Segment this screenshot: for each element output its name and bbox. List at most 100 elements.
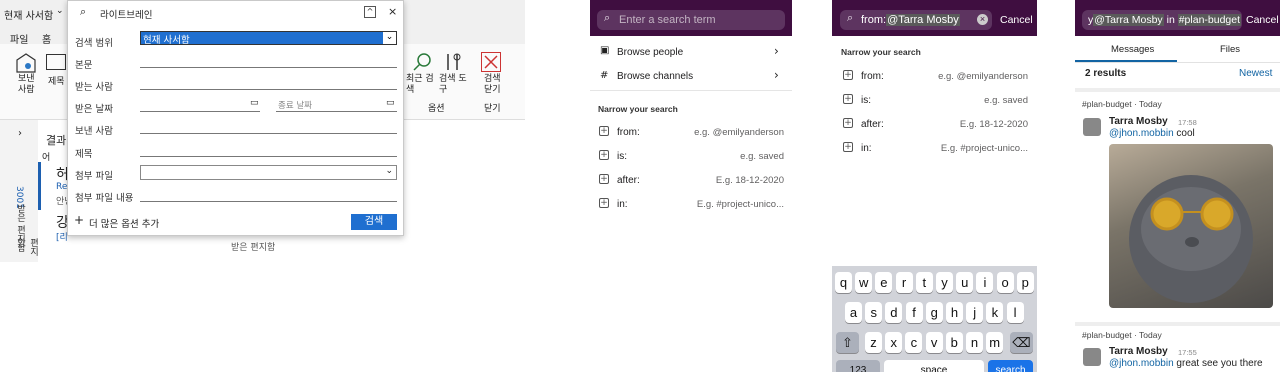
- plus-icon[interactable]: +: [599, 198, 609, 208]
- channel-label: #plan-budget · Today: [1082, 99, 1162, 109]
- message-author[interactable]: Tarra Mosby: [1109, 116, 1168, 127]
- key-u[interactable]: u: [956, 272, 974, 293]
- calendar-icon[interactable]: ▭: [386, 98, 395, 108]
- plus-icon[interactable]: +: [599, 126, 609, 136]
- search-input[interactable]: ⌕ Enter a search term: [597, 10, 785, 30]
- filter-in[interactable]: in:: [617, 199, 628, 210]
- key-f[interactable]: f: [905, 302, 923, 323]
- search-query[interactable]: 라이트브레인: [100, 7, 152, 21]
- subject-button-label[interactable]: 제목: [48, 74, 65, 87]
- collapse-icon[interactable]: ^: [364, 6, 376, 18]
- key-k[interactable]: k: [986, 302, 1004, 323]
- plus-icon[interactable]: +: [843, 70, 853, 80]
- key-q[interactable]: q: [835, 272, 852, 293]
- clear-icon[interactable]: ×: [977, 14, 988, 25]
- chevron-right-icon[interactable]: ›: [774, 68, 779, 82]
- key-m[interactable]: m: [986, 332, 1004, 353]
- search-button[interactable]: 검색: [351, 214, 397, 230]
- add-more-options-link[interactable]: 더 많은 옵션 추가: [89, 216, 159, 230]
- scope-select[interactable]: 현재 사서함 ⌄: [140, 31, 397, 46]
- filter-from[interactable]: from:: [617, 127, 640, 138]
- key-e[interactable]: e: [875, 272, 893, 293]
- plus-icon[interactable]: +: [843, 118, 853, 128]
- cat-photo[interactable]: [1109, 144, 1273, 308]
- plus-icon[interactable]: +: [843, 142, 853, 152]
- subject-input[interactable]: [140, 156, 397, 157]
- filter-is[interactable]: is:: [617, 151, 627, 162]
- search-icon: ⌕: [604, 12, 611, 24]
- browse-people-link[interactable]: Browse people: [617, 47, 683, 58]
- key-t[interactable]: t: [915, 272, 933, 293]
- filter-from[interactable]: from:: [861, 71, 884, 82]
- filter-after[interactable]: after:: [617, 175, 640, 186]
- browse-channels-link[interactable]: Browse channels: [617, 71, 693, 82]
- from-envelope-icon[interactable]: [14, 52, 38, 74]
- filter-after[interactable]: after:: [861, 119, 884, 130]
- key-y[interactable]: y: [936, 272, 953, 293]
- close-search-icon[interactable]: [481, 52, 501, 72]
- tab-files[interactable]: Files: [1220, 44, 1240, 55]
- key-l[interactable]: l: [1006, 302, 1024, 323]
- key-x[interactable]: x: [885, 332, 903, 353]
- recent-search-label[interactable]: 최근 검 색: [406, 74, 434, 96]
- filter-in[interactable]: in:: [861, 143, 872, 154]
- attachment-select[interactable]: ⌄: [140, 165, 397, 180]
- filter-hint: e.g. saved: [984, 95, 1028, 106]
- key-a[interactable]: a: [845, 302, 862, 323]
- tab-messages[interactable]: Messages: [1111, 44, 1154, 55]
- plus-icon[interactable]: +: [74, 213, 84, 227]
- key-w[interactable]: w: [855, 272, 873, 293]
- avatar[interactable]: [1083, 118, 1101, 136]
- key-n[interactable]: n: [966, 332, 983, 353]
- recent-search-icon[interactable]: [412, 52, 432, 72]
- search-tools-label[interactable]: 검색 도 구: [439, 74, 467, 96]
- group-header[interactable]: 어: [42, 150, 50, 163]
- search-key[interactable]: search: [988, 360, 1033, 372]
- scope-dropdown-label[interactable]: 현재 사서함: [4, 7, 53, 22]
- space-key[interactable]: space: [884, 360, 984, 372]
- key-h[interactable]: h: [946, 302, 963, 323]
- cancel-button[interactable]: Cancel: [1246, 14, 1279, 26]
- sort-newest-button[interactable]: Newest: [1239, 68, 1272, 79]
- filter-is[interactable]: is:: [861, 95, 871, 106]
- key-p[interactable]: p: [1016, 272, 1034, 293]
- close-icon[interactable]: ×: [388, 5, 397, 18]
- search-input[interactable]: ⌕ from:@Tarra Mosby ×: [840, 10, 992, 30]
- key-g[interactable]: g: [925, 302, 943, 323]
- end-date-input[interactable]: [276, 111, 397, 112]
- key-s[interactable]: s: [865, 302, 883, 323]
- key-r[interactable]: r: [895, 272, 913, 293]
- key-v[interactable]: v: [925, 332, 943, 353]
- options-group-label: 옵션: [428, 104, 445, 114]
- key-c[interactable]: c: [905, 332, 923, 353]
- chevron-right-icon[interactable]: ›: [774, 44, 779, 58]
- expand-chevron-icon[interactable]: ›: [18, 128, 22, 139]
- message-author[interactable]: Tarra Mosby: [1109, 346, 1168, 357]
- key-d[interactable]: d: [885, 302, 903, 323]
- start-date-input[interactable]: [140, 111, 260, 112]
- key-i[interactable]: i: [976, 272, 994, 293]
- attachment-content-input[interactable]: [140, 201, 397, 202]
- cancel-button[interactable]: Cancel: [1000, 14, 1033, 26]
- chevron-down-icon[interactable]: ⌄: [56, 6, 64, 16]
- search-tools-icon[interactable]: [443, 52, 463, 72]
- calendar-icon[interactable]: ▭: [250, 98, 259, 108]
- key-z[interactable]: z: [865, 332, 882, 353]
- search-input[interactable]: y@Tarra Mosby in #plan-budget: [1082, 10, 1242, 30]
- plus-icon[interactable]: +: [599, 174, 609, 184]
- from-input[interactable]: [140, 133, 397, 134]
- key-o[interactable]: o: [996, 272, 1014, 293]
- close-search-label[interactable]: 검색 닫기: [484, 74, 501, 96]
- numbers-key[interactable]: 123: [836, 360, 880, 372]
- to-input[interactable]: [140, 89, 397, 90]
- plus-icon[interactable]: +: [843, 94, 853, 104]
- delete-key[interactable]: ⌫: [1010, 332, 1033, 353]
- subject-icon[interactable]: [46, 54, 66, 70]
- plus-icon[interactable]: +: [599, 150, 609, 160]
- avatar[interactable]: [1083, 348, 1101, 366]
- body-input[interactable]: [140, 67, 397, 68]
- key-j[interactable]: j: [966, 302, 984, 323]
- key-b[interactable]: b: [945, 332, 963, 353]
- shift-key[interactable]: ⇧: [836, 332, 859, 353]
- from-button-label[interactable]: 보낸 사람: [18, 74, 35, 96]
